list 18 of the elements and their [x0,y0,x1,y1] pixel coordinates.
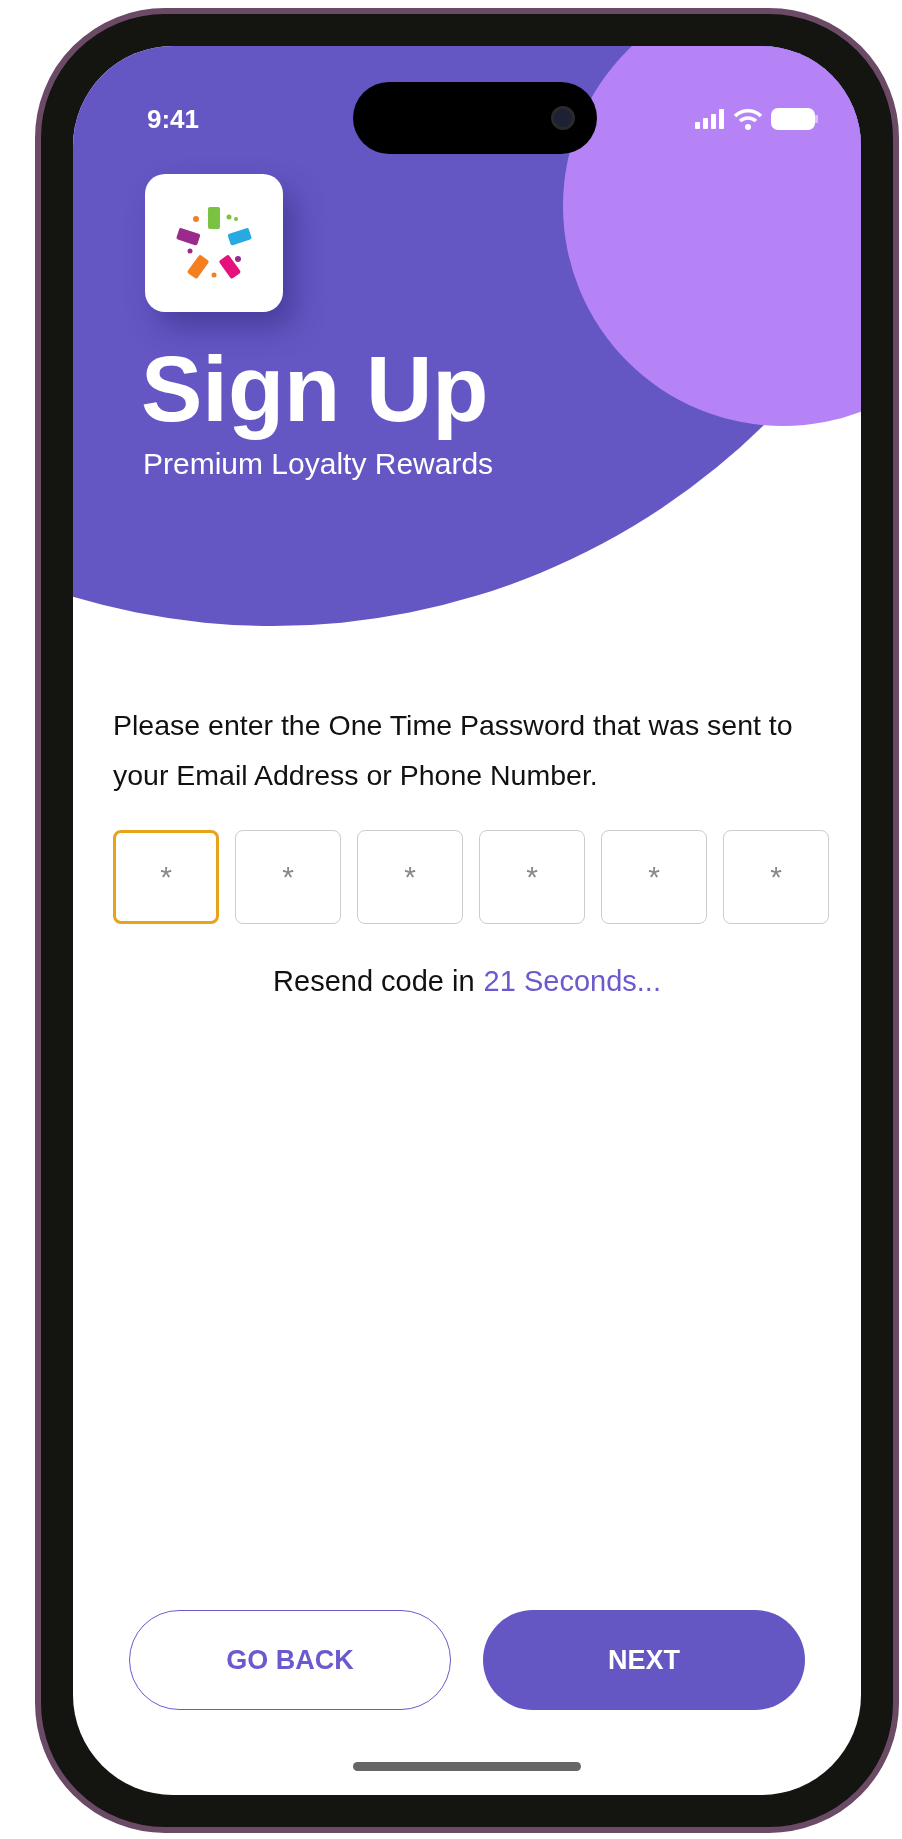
otp-digit-field[interactable]: * [113,830,219,924]
otp-digit-field[interactable]: * [357,830,463,924]
next-button[interactable]: NEXT [483,1610,805,1710]
wifi-icon [733,108,763,130]
signal-icon [695,109,725,129]
otp-digit-field[interactable]: * [723,830,829,924]
status-time: 9:41 [147,102,200,136]
page-title: Sign Up [141,337,490,442]
back-button[interactable]: GO BACK [129,1610,451,1710]
battery-icon [771,107,819,131]
resend-countdown: 21 Seconds... [483,964,661,999]
camera-icon [551,106,575,130]
resend-label: Resend code in [273,964,475,999]
otp-digit-field[interactable]: * [235,830,341,924]
otp-digit-field[interactable]: * [601,830,707,924]
otp-digit-field[interactable]: * [479,830,585,924]
otp-instructions: Please enter the One Time Password that was sent to your Email Address or Phone Number. [113,708,794,793]
page-subtitle: Premium Loyalty Rewards [143,446,495,482]
